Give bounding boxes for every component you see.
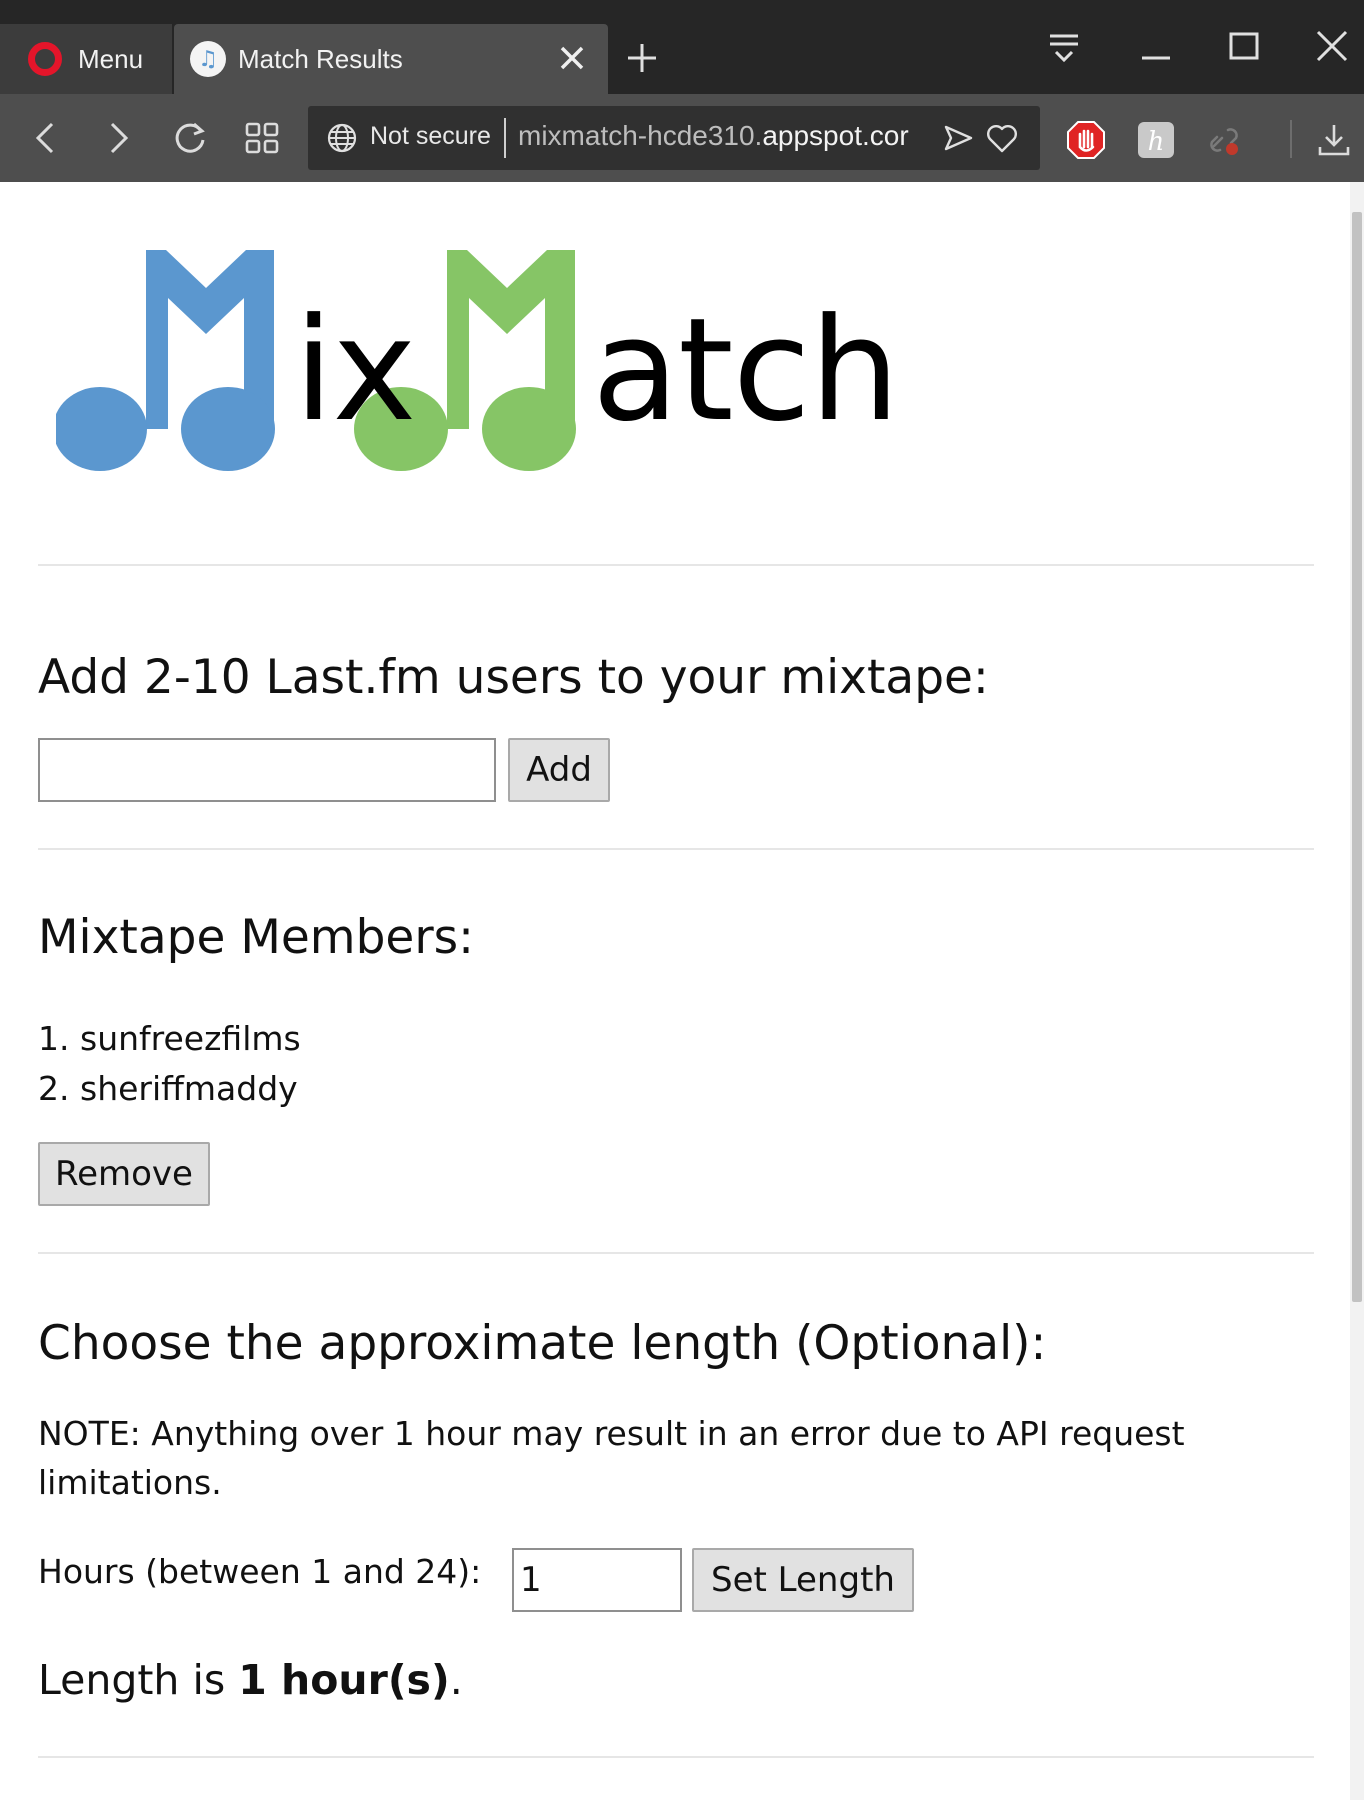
length-prefix: Length is [38,1656,239,1704]
page-content: ix atch Add 2-10 Last.fm users to your m… [0,182,1350,1800]
member-name: sunfreezfilms [80,1019,301,1058]
minimize-window-icon[interactable] [1128,24,1184,70]
tab-menu-icon[interactable] [1036,24,1092,70]
divider [38,1252,1314,1254]
list-item: 2. sheriffmaddy [38,1064,301,1114]
speed-dial-icon[interactable] [240,116,284,160]
member-index: 2. [38,1069,70,1108]
members-heading: Mixtape Members: [38,910,474,965]
reload-icon[interactable] [168,116,212,160]
length-heading: Choose the approximate length (Optional)… [38,1316,1047,1371]
url-divider [504,118,506,158]
lastfm-user-input[interactable] [38,738,496,802]
hours-input[interactable] [512,1548,682,1612]
set-length-button[interactable]: Set Length [692,1548,914,1612]
music-note-favicon-icon: ♫ [190,41,226,77]
url-host: appspot.cor [762,120,909,151]
new-tab-icon[interactable] [622,38,662,78]
logo-text-ix: ix [294,288,416,453]
logo-text-atch: atch [592,288,900,453]
list-item: 1. sunfreezfilms [38,1014,301,1064]
send-page-icon[interactable] [940,120,976,156]
api-note-line-1: NOTE: Anything over 1 hour may result in… [38,1414,1185,1453]
back-icon[interactable] [24,116,68,160]
opera-menu-button[interactable]: Menu [0,24,172,94]
divider [38,848,1314,850]
toolbar-divider [1290,120,1292,158]
svg-text:h: h [1148,127,1165,157]
members-list: 1. sunfreezfilms 2. sheriffmaddy [38,1014,301,1114]
link-extension-icon[interactable] [1204,120,1244,160]
menu-label: Menu [78,43,144,74]
member-index: 1. [38,1019,70,1058]
add-users-heading: Add 2-10 Last.fm users to your mixtape: [38,650,989,705]
add-button[interactable]: Add [508,738,610,802]
page-scrollbar[interactable] [1350,182,1364,1800]
tab-match-results[interactable]: ♫ Match Results [174,24,608,94]
member-name: sheriffmaddy [80,1069,298,1108]
maximize-window-icon[interactable] [1216,24,1272,70]
globe-icon [327,123,357,153]
url-text[interactable]: mixmatch-hcde310.appspot.cor [518,120,946,152]
hours-label: Hours (between 1 and 24): [38,1552,482,1591]
close-tab-icon[interactable] [552,38,592,78]
opera-logo-icon [28,42,62,76]
download-icon[interactable] [1314,120,1354,160]
url-prefix: mixmatch-hcde310. [518,120,763,151]
address-field[interactable]: Not secure mixmatch-hcde310.appspot.cor [308,106,1040,170]
length-value: 1 hour(s) [238,1656,450,1704]
forward-icon[interactable] [96,116,140,160]
mixmatch-logo: ix atch [56,234,900,484]
bookmark-heart-icon[interactable] [984,120,1020,156]
length-status: Length is 1 hour(s). [38,1656,463,1704]
honey-extension-icon[interactable]: h [1136,120,1176,160]
divider [38,564,1314,566]
remove-button[interactable]: Remove [38,1142,210,1206]
browser-tabstrip: Menu ♫ Match Results [0,0,1364,94]
scrollbar-thumb[interactable] [1352,212,1362,1302]
api-note-line-2: limitations. [38,1463,222,1502]
address-toolbar: Not secure mixmatch-hcde310.appspot.cor … [0,94,1364,182]
adblock-hand-icon[interactable] [1066,120,1106,160]
divider [38,1756,1314,1758]
tab-title: Match Results [238,43,403,74]
security-status-label[interactable]: Not secure [370,122,491,151]
length-suffix: . [449,1656,463,1704]
close-window-icon[interactable] [1304,24,1360,70]
